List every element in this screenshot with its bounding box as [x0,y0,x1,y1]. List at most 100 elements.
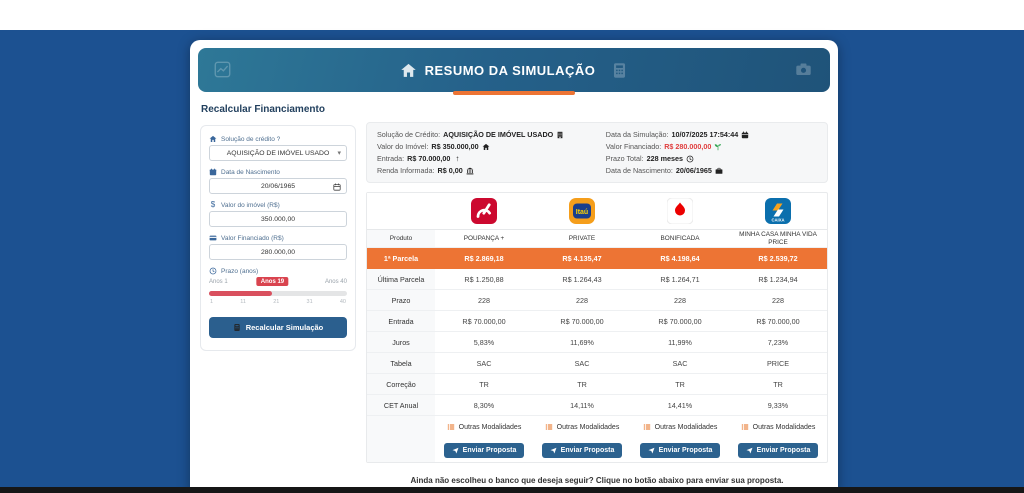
value-cell: 228 [435,290,533,311]
chart-line-icon[interactable] [214,61,231,78]
prazo-label: Prazo (anos) [221,267,259,275]
value-cell: TR [729,374,827,395]
value-cell: 8,30% [435,395,533,416]
summary-value: R$ 350.000,00 [431,142,479,151]
camera-icon[interactable] [795,61,812,78]
credit-card-icon [209,234,217,242]
enviar-proposta-label: Enviar Proposta [658,446,713,454]
send-icon [550,447,557,454]
value-cell: 228 [729,290,827,311]
prazo-min-label: Anos 1 [209,279,228,285]
value-cell: R$ 70.000,00 [729,311,827,332]
send-icon [648,447,655,454]
bank-icon [466,167,474,175]
outras-modalidades-label: Outras Modalidades [752,423,816,431]
enviar-proposta-label: Enviar Proposta [462,446,517,454]
valor-financiado-input[interactable] [209,244,347,260]
row-label-cell: 1ª Parcela [367,248,435,269]
caixa-logo: CAIXA [729,193,827,230]
nascimento-label: Data de Nascimento [221,168,280,176]
list-icon [741,423,749,431]
enviar-proposta-cell: Enviar Proposta [533,438,631,462]
product-name-cell: POUPANÇA + [435,230,533,248]
row-label-cell: Entrada [367,311,435,332]
svg-text:CAIXA: CAIXA [771,218,784,223]
enviar-proposta-button[interactable]: Enviar Proposta [443,442,525,458]
outras-modalidades-label: Outras Modalidades [458,423,522,431]
summary-line: Prazo Total: 228 meses [606,154,749,163]
simulation-main: Solução de Crédito: AQUISIÇÃO DE IMÓVEL U… [366,100,828,493]
summary-label: Prazo Total: [605,154,644,163]
home-dark-icon [482,143,490,151]
clock-icon [209,267,217,275]
enviar-proposta-button[interactable]: Enviar Proposta [541,442,623,458]
value-cell: TR [533,374,631,395]
outras-modalidades-link[interactable]: Outras Modalidades [545,423,620,431]
dollar-icon: $ [210,200,216,209]
product-name-cell: BONIFICADA [631,230,729,248]
valor-financiado-label: Valor Financiado (R$) [221,234,284,242]
bradesco-logo [435,193,533,230]
row-label-cell: Correção [367,374,435,395]
value-cell: R$ 4.198,64 [631,248,729,269]
summary-value: AQUISIÇÃO DE IMÓVEL USADO [443,130,554,139]
enviar-proposta-label: Enviar Proposta [560,446,615,454]
outras-modalidades-cell: Outras Modalidades [435,416,533,438]
list-icon [643,423,651,431]
app-header: RESUMO DA SIMULAÇÃO [198,48,830,95]
row-label-cell: Juros [367,332,435,353]
calculator-icon[interactable] [611,62,628,79]
outras-modalidades-cell: Outras Modalidades [631,416,729,438]
slider-tick: 40 [339,299,346,305]
slider-tick: 21 [273,299,280,305]
solucao-select[interactable]: AQUISIÇÃO DE IMÓVEL USADO [209,145,347,161]
tab-resumo-simulacao[interactable]: RESUMO DA SIMULAÇÃO [400,62,629,79]
banks-comparison-table: Itaú CAIXA Produto POUPANÇA + PRIVATE BONIFIC… [366,192,828,463]
prazo-value-badge[interactable]: Anos 19 [256,277,289,286]
summary-value: 228 meses [646,154,683,163]
recalc-sidebar: Recalcular Financiamento Solução de créd… [200,100,356,493]
arrow-up-icon: ↑ [455,153,460,163]
value-cell: 11,69% [533,332,631,353]
outras-modalidades-link[interactable]: Outras Modalidades [447,423,522,431]
value-cell: TR [631,374,729,395]
table-corner-cell [367,193,435,230]
valor-imovel-input[interactable] [209,211,347,227]
outras-modalidades-link[interactable]: Outras Modalidades [741,423,816,431]
valor-imovel-label: Valor do imóvel (R$) [221,201,280,209]
row-label-cell: Prazo [367,290,435,311]
nascimento-input[interactable]: 20/06/1965 [209,178,347,194]
value-cell: R$ 70.000,00 [533,311,631,332]
calendar-dark-icon [741,131,749,139]
page-top-white-strip [0,0,1024,30]
summary-label: Solução de Crédito: [377,130,441,139]
value-cell: PRICE [729,353,827,374]
product-name-cell: MINHA CASA MINHA VIDA PRICE [729,230,827,248]
enviar-proposta-button[interactable]: Enviar Proposta [737,442,819,458]
home-icon [209,135,217,143]
recalcular-simulacao-button[interactable]: Recalcular Simulação [209,317,347,338]
row-label-cell [367,438,435,462]
value-cell: 14,11% [533,395,631,416]
summary-label: Data da Simulação: [605,130,669,139]
calendar-icon [209,168,217,176]
value-cell: 7,23% [729,332,827,353]
summary-label: Data de Nascimento: [605,166,673,175]
outras-modalidades-label: Outras Modalidades [556,423,620,431]
page-title: RESUMO DA SIMULAÇÃO [424,62,596,78]
active-tab-indicator [453,91,575,95]
prazo-slider[interactable] [209,291,347,296]
outras-modalidades-link[interactable]: Outras Modalidades [643,423,717,431]
enviar-proposta-button[interactable]: Enviar Proposta [639,442,721,458]
calendar-picker-icon[interactable] [333,183,341,191]
building-icon [556,131,564,139]
value-cell: 5,83% [435,332,533,353]
slider-tick: 1 [210,299,214,305]
product-header-cell: Produto [367,230,435,248]
summary-value: R$ 70.000,00 [407,154,451,163]
value-cell: R$ 70.000,00 [435,311,533,332]
prazo-slider-fill [209,291,273,296]
list-icon [545,423,553,431]
summary-label: Renda Informada: [377,166,435,175]
row-label-cell: CET Anual [367,395,435,416]
